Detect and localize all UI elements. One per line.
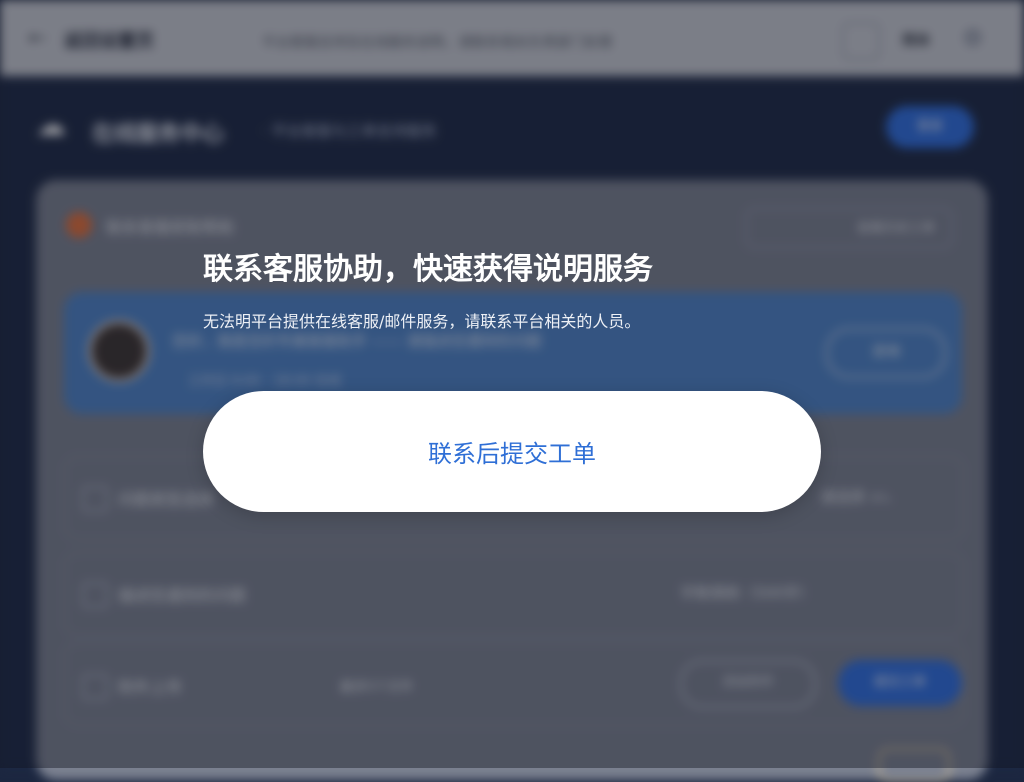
popup-title: 联系客服协助，快速获得说明服务 (203, 252, 653, 287)
popup-subtitle: 无法明平台提供在线客服/邮件服务，请联系平台相关的人员。 (203, 312, 641, 331)
modal-scrim[interactable] (0, 0, 1024, 768)
contact-submit-button[interactable]: 联系后提交工单 (203, 391, 821, 512)
